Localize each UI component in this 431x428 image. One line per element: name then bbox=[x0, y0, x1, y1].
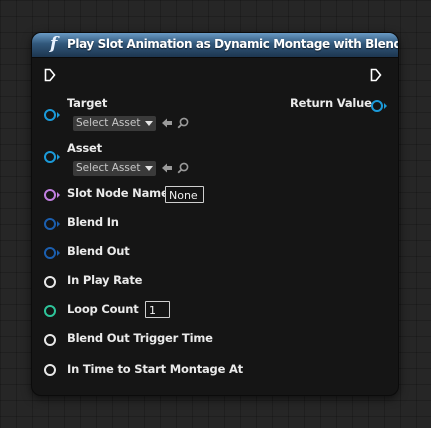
blend-in-pin[interactable] bbox=[44, 218, 56, 230]
loop-count-label: Loop Count bbox=[67, 302, 139, 316]
browse-search-icon[interactable] bbox=[177, 117, 189, 129]
in-play-rate-pin[interactable] bbox=[44, 276, 56, 288]
blend-out-label: Blend Out bbox=[67, 244, 130, 258]
in-time-to-start-pin[interactable] bbox=[44, 364, 56, 376]
blend-in-pin-arrow bbox=[57, 221, 60, 227]
asset-pin-arrow bbox=[57, 154, 60, 160]
blend-out-trigger-time-pin[interactable] bbox=[44, 334, 56, 346]
target-asset-dropdown[interactable]: Select Asset bbox=[73, 116, 156, 131]
return-value-pin[interactable] bbox=[371, 100, 383, 112]
chevron-down-icon bbox=[145, 121, 153, 126]
asset-dropdown-text: Select Asset bbox=[76, 162, 141, 174]
node-title: Play Slot Animation as Dynamic Montage w… bbox=[67, 37, 398, 51]
return-value-pin-arrow bbox=[384, 103, 387, 109]
target-asset-dropdown-text: Select Asset bbox=[76, 117, 141, 129]
exec-in-pin[interactable] bbox=[44, 68, 56, 82]
blend-out-pin[interactable] bbox=[44, 247, 56, 259]
asset-label: Asset bbox=[67, 141, 102, 155]
browse-search-icon[interactable] bbox=[177, 162, 189, 174]
blend-out-trigger-time-label: Blend Out Trigger Time bbox=[67, 331, 213, 345]
slot-node-name-label: Slot Node Name bbox=[67, 186, 169, 200]
blend-out-pin-arrow bbox=[57, 250, 60, 256]
use-selected-arrow-icon[interactable] bbox=[161, 162, 173, 174]
asset-dropdown[interactable]: Select Asset bbox=[73, 161, 156, 176]
slot-node-name-pin[interactable] bbox=[44, 189, 56, 201]
function-node[interactable]: f Play Slot Animation as Dynamic Montage… bbox=[32, 33, 398, 395]
slot-node-name-field[interactable]: None bbox=[165, 186, 204, 203]
target-pin[interactable] bbox=[44, 109, 56, 121]
chevron-down-icon bbox=[145, 166, 153, 171]
function-icon: f bbox=[50, 34, 58, 54]
target-label: Target bbox=[67, 96, 108, 110]
asset-pin[interactable] bbox=[44, 151, 56, 163]
in-time-to-start-label: In Time to Start Montage At bbox=[67, 362, 243, 376]
target-pin-arrow bbox=[57, 112, 60, 118]
use-selected-arrow-icon[interactable] bbox=[161, 117, 173, 129]
node-header[interactable]: f Play Slot Animation as Dynamic Montage… bbox=[32, 33, 398, 58]
loop-count-field[interactable]: 1 bbox=[145, 301, 170, 318]
loop-count-pin[interactable] bbox=[44, 305, 56, 317]
in-play-rate-label: In Play Rate bbox=[67, 273, 143, 287]
slot-node-name-pin-arrow bbox=[57, 192, 60, 198]
return-value-label: Return Value bbox=[290, 96, 372, 110]
blend-in-label: Blend In bbox=[67, 215, 119, 229]
exec-out-pin[interactable] bbox=[370, 68, 382, 82]
